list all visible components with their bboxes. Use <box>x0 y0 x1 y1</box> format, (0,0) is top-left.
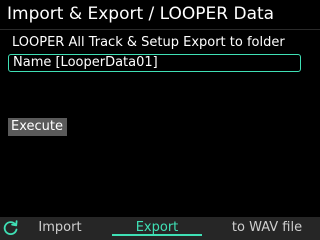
export-description: LOOPER All Track & Setup Export to folde… <box>12 35 285 50</box>
title-bar: Import & Export / LOOPER Data <box>0 0 320 30</box>
tab-to-wav-file[interactable]: to WAV file <box>214 217 320 240</box>
tab-bar: Import Export to WAV file <box>0 217 320 240</box>
tab-export[interactable]: Export <box>112 217 202 240</box>
execute-button[interactable]: Execute <box>8 118 67 136</box>
refresh-icon[interactable] <box>2 219 20 237</box>
folder-name-field[interactable]: Name [LooperData01] <box>8 54 301 72</box>
title-divider <box>0 29 320 30</box>
folder-name-value: Name [LooperData01] <box>13 55 158 70</box>
page-title: Import & Export / LOOPER Data <box>7 4 275 24</box>
execute-button-label: Execute <box>11 119 63 134</box>
active-tab-indicator <box>112 234 202 236</box>
tab-import[interactable]: Import <box>28 217 92 240</box>
